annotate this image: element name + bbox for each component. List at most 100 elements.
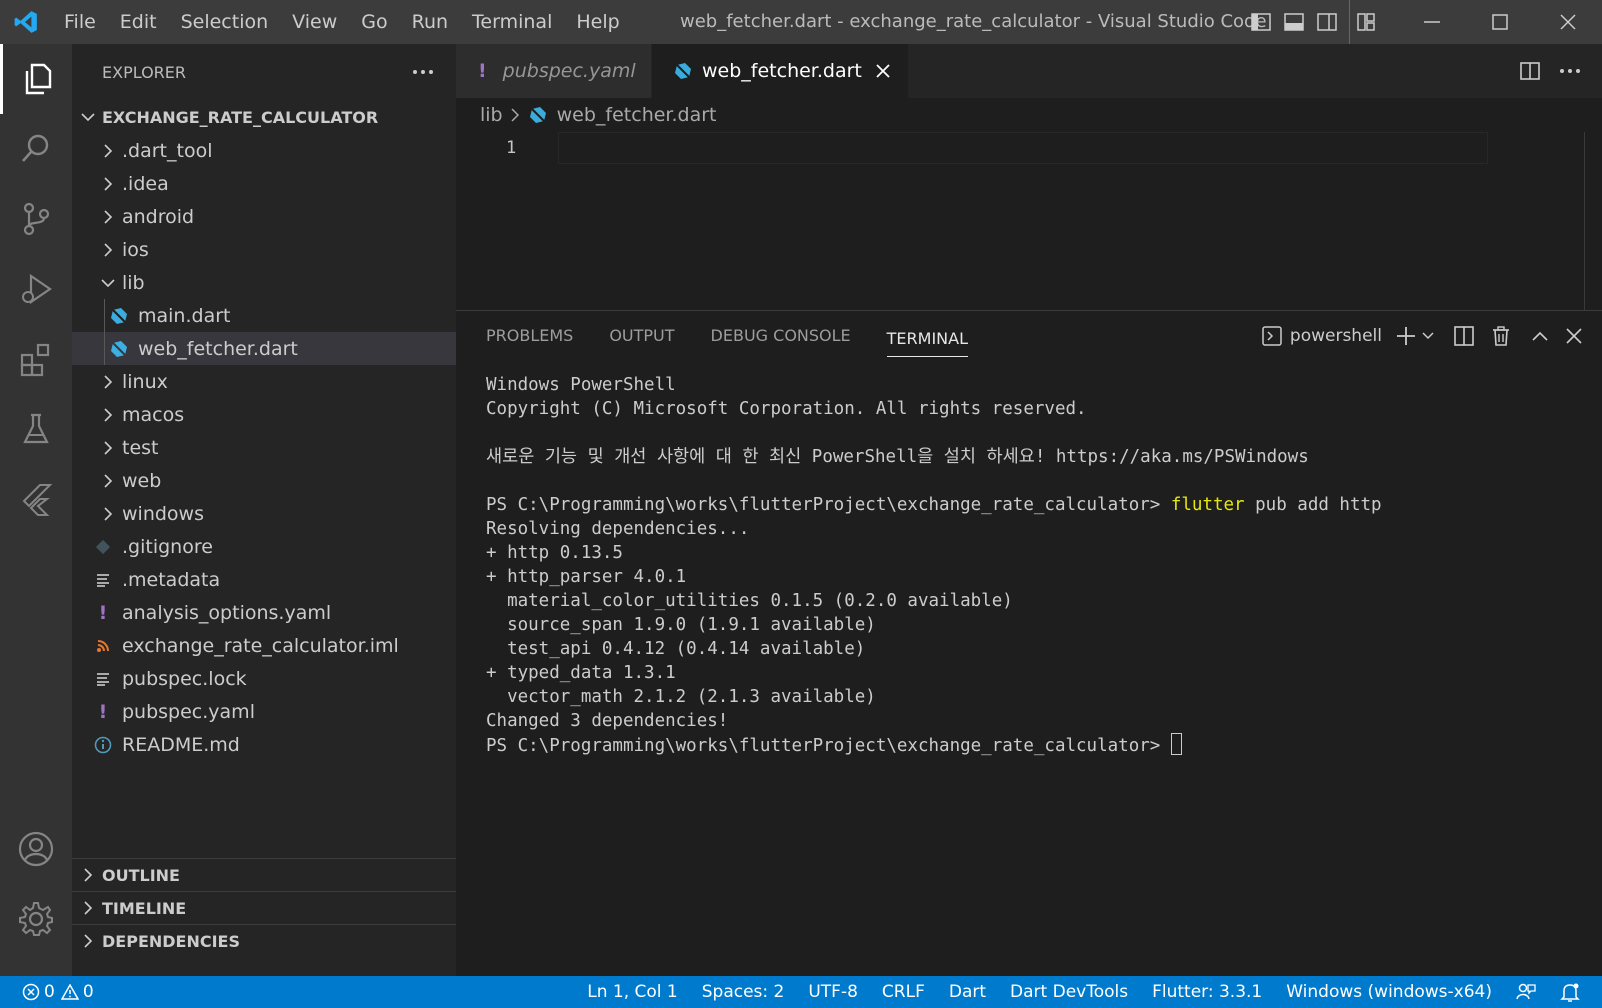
account-icon[interactable] bbox=[0, 814, 72, 884]
folder-label: .dart_tool bbox=[122, 139, 213, 162]
tab-debug-console[interactable]: DEBUG CONSOLE bbox=[711, 311, 851, 361]
breadcrumb: lib web_fetcher.dart bbox=[480, 98, 717, 132]
tree-file[interactable]: .gitignore bbox=[72, 530, 456, 563]
tree-folder[interactable]: ios bbox=[72, 233, 456, 266]
menu-go[interactable]: Go bbox=[349, 0, 399, 44]
search-icon[interactable] bbox=[0, 114, 72, 184]
timeline-section[interactable]: TIMELINE bbox=[72, 891, 456, 924]
line-ending[interactable]: CRLF bbox=[882, 982, 925, 1002]
source-control-icon[interactable] bbox=[0, 184, 72, 254]
language-mode[interactable]: Dart bbox=[949, 982, 986, 1002]
target-device[interactable]: Windows (windows-x64) bbox=[1286, 982, 1492, 1002]
menu-file[interactable]: File bbox=[52, 0, 108, 44]
new-terminal-icon[interactable] bbox=[1396, 326, 1416, 346]
cursor-position[interactable]: Ln 1, Col 1 bbox=[587, 982, 678, 1002]
more-actions-icon[interactable] bbox=[1560, 68, 1580, 74]
toggle-panel-icon[interactable] bbox=[1277, 0, 1310, 44]
dart-file-icon bbox=[674, 62, 692, 80]
close-tab-icon[interactable] bbox=[876, 64, 890, 78]
encoding[interactable]: UTF-8 bbox=[808, 982, 858, 1002]
tree-file-web-fetcher-dart[interactable]: web_fetcher.dart bbox=[72, 332, 456, 365]
file-label: README.md bbox=[122, 733, 240, 756]
toggle-primary-sidebar-icon[interactable] bbox=[1244, 0, 1277, 44]
tree-file[interactable]: README.md bbox=[72, 728, 456, 761]
tab-label: web_fetcher.dart bbox=[702, 60, 862, 82]
tree-folder[interactable]: android bbox=[72, 200, 456, 233]
tree-folder[interactable]: web bbox=[72, 464, 456, 497]
section-label: TIMELINE bbox=[102, 898, 187, 918]
tree-folder[interactable]: linux bbox=[72, 365, 456, 398]
tree-folder[interactable]: .idea bbox=[72, 167, 456, 200]
split-editor-icon[interactable] bbox=[1520, 61, 1540, 81]
minimize-icon[interactable] bbox=[1398, 0, 1466, 44]
tree-folder[interactable]: macos bbox=[72, 398, 456, 431]
more-actions-icon[interactable] bbox=[412, 60, 434, 79]
chevron-up-icon[interactable] bbox=[1532, 331, 1548, 341]
breadcrumb-file[interactable]: web_fetcher.dart bbox=[557, 104, 717, 126]
close-window-icon[interactable] bbox=[1534, 0, 1602, 44]
terminal-line: vector_math 2.1.2 (2.1.3 available) bbox=[486, 687, 876, 707]
terminal-output[interactable]: Windows PowerShell Copyright (C) Microsof… bbox=[486, 373, 1382, 758]
terminal-line: source_span 1.9.0 (1.9.1 available) bbox=[486, 615, 876, 635]
split-terminal-icon[interactable] bbox=[1454, 326, 1474, 346]
tab-pubspec-yaml[interactable]: ! pubspec.yaml bbox=[456, 44, 652, 98]
code-editor[interactable]: 1 bbox=[456, 132, 1602, 310]
terminal-line: Copyright (C) Microsoft Corporation. All… bbox=[486, 399, 1087, 419]
menu-run[interactable]: Run bbox=[400, 0, 460, 44]
terminal-shell-selector[interactable]: powershell bbox=[1262, 326, 1382, 346]
file-label: web_fetcher.dart bbox=[138, 337, 298, 360]
tree-folder[interactable]: windows bbox=[72, 497, 456, 530]
menu-edit[interactable]: Edit bbox=[108, 0, 169, 44]
customize-layout-icon[interactable] bbox=[1349, 0, 1382, 44]
run-debug-icon[interactable] bbox=[0, 254, 72, 324]
tree-file[interactable]: pubspec.lock bbox=[72, 662, 456, 695]
toggle-secondary-sidebar-icon[interactable] bbox=[1310, 0, 1343, 44]
tree-file[interactable]: .metadata bbox=[72, 563, 456, 596]
tree-file[interactable]: exchange_rate_calculator.iml bbox=[72, 629, 456, 662]
tab-problems[interactable]: PROBLEMS bbox=[486, 311, 573, 361]
breadcrumb-folder[interactable]: lib bbox=[480, 104, 503, 126]
explorer-icon[interactable] bbox=[0, 44, 72, 114]
file-label: pubspec.lock bbox=[122, 667, 247, 690]
testing-flask-icon[interactable] bbox=[0, 394, 72, 464]
tab-terminal[interactable]: TERMINAL bbox=[886, 321, 969, 357]
dart-devtools[interactable]: Dart DevTools bbox=[1010, 982, 1128, 1002]
feedback-icon[interactable] bbox=[1516, 982, 1536, 1002]
flutter-version[interactable]: Flutter: 3.3.1 bbox=[1152, 982, 1262, 1002]
tab-output[interactable]: OUTPUT bbox=[609, 311, 674, 361]
settings-gear-icon[interactable] bbox=[0, 884, 72, 954]
tree-folder[interactable]: .dart_tool bbox=[72, 134, 456, 167]
outline-section[interactable]: OUTLINE bbox=[72, 858, 456, 891]
indent-guide bbox=[104, 299, 105, 332]
line-number: 1 bbox=[506, 138, 517, 158]
dart-file-icon bbox=[529, 106, 547, 124]
menu-view[interactable]: View bbox=[280, 0, 349, 44]
editor-scrollbar[interactable] bbox=[1584, 132, 1585, 310]
tree-file-main-dart[interactable]: main.dart bbox=[72, 299, 456, 332]
tree-file[interactable]: ! analysis_options.yaml bbox=[72, 596, 456, 629]
terminal-line: + typed_data 1.3.1 bbox=[486, 663, 676, 683]
dependencies-section[interactable]: DEPENDENCIES bbox=[72, 924, 456, 957]
tab-web-fetcher-dart[interactable]: web_fetcher.dart bbox=[652, 44, 909, 98]
text-file-icon bbox=[92, 672, 114, 686]
menu-selection[interactable]: Selection bbox=[169, 0, 281, 44]
trash-icon[interactable] bbox=[1492, 326, 1510, 346]
tree-file[interactable]: ! pubspec.yaml bbox=[72, 695, 456, 728]
workspace-root[interactable]: EXCHANGE_RATE_CALCULATOR bbox=[72, 100, 456, 134]
notifications-bell-icon[interactable] bbox=[1560, 982, 1580, 1002]
status-problems[interactable]: 0 0 bbox=[0, 982, 94, 1002]
close-panel-icon[interactable] bbox=[1566, 328, 1582, 344]
chevron-right-icon bbox=[78, 901, 98, 915]
extensions-icon[interactable] bbox=[0, 324, 72, 394]
tree-folder-lib[interactable]: lib bbox=[72, 266, 456, 299]
menu-terminal[interactable]: Terminal bbox=[460, 0, 564, 44]
section-label: DEPENDENCIES bbox=[102, 931, 241, 951]
menu-help[interactable]: Help bbox=[564, 0, 631, 44]
workspace-root-label: EXCHANGE_RATE_CALCULATOR bbox=[102, 107, 379, 127]
flutter-icon[interactable] bbox=[0, 464, 72, 534]
indentation[interactable]: Spaces: 2 bbox=[702, 982, 785, 1002]
dart-file-icon bbox=[108, 307, 130, 325]
tree-folder[interactable]: test bbox=[72, 431, 456, 464]
maximize-icon[interactable] bbox=[1466, 0, 1534, 44]
chevron-down-icon[interactable] bbox=[1422, 332, 1434, 340]
